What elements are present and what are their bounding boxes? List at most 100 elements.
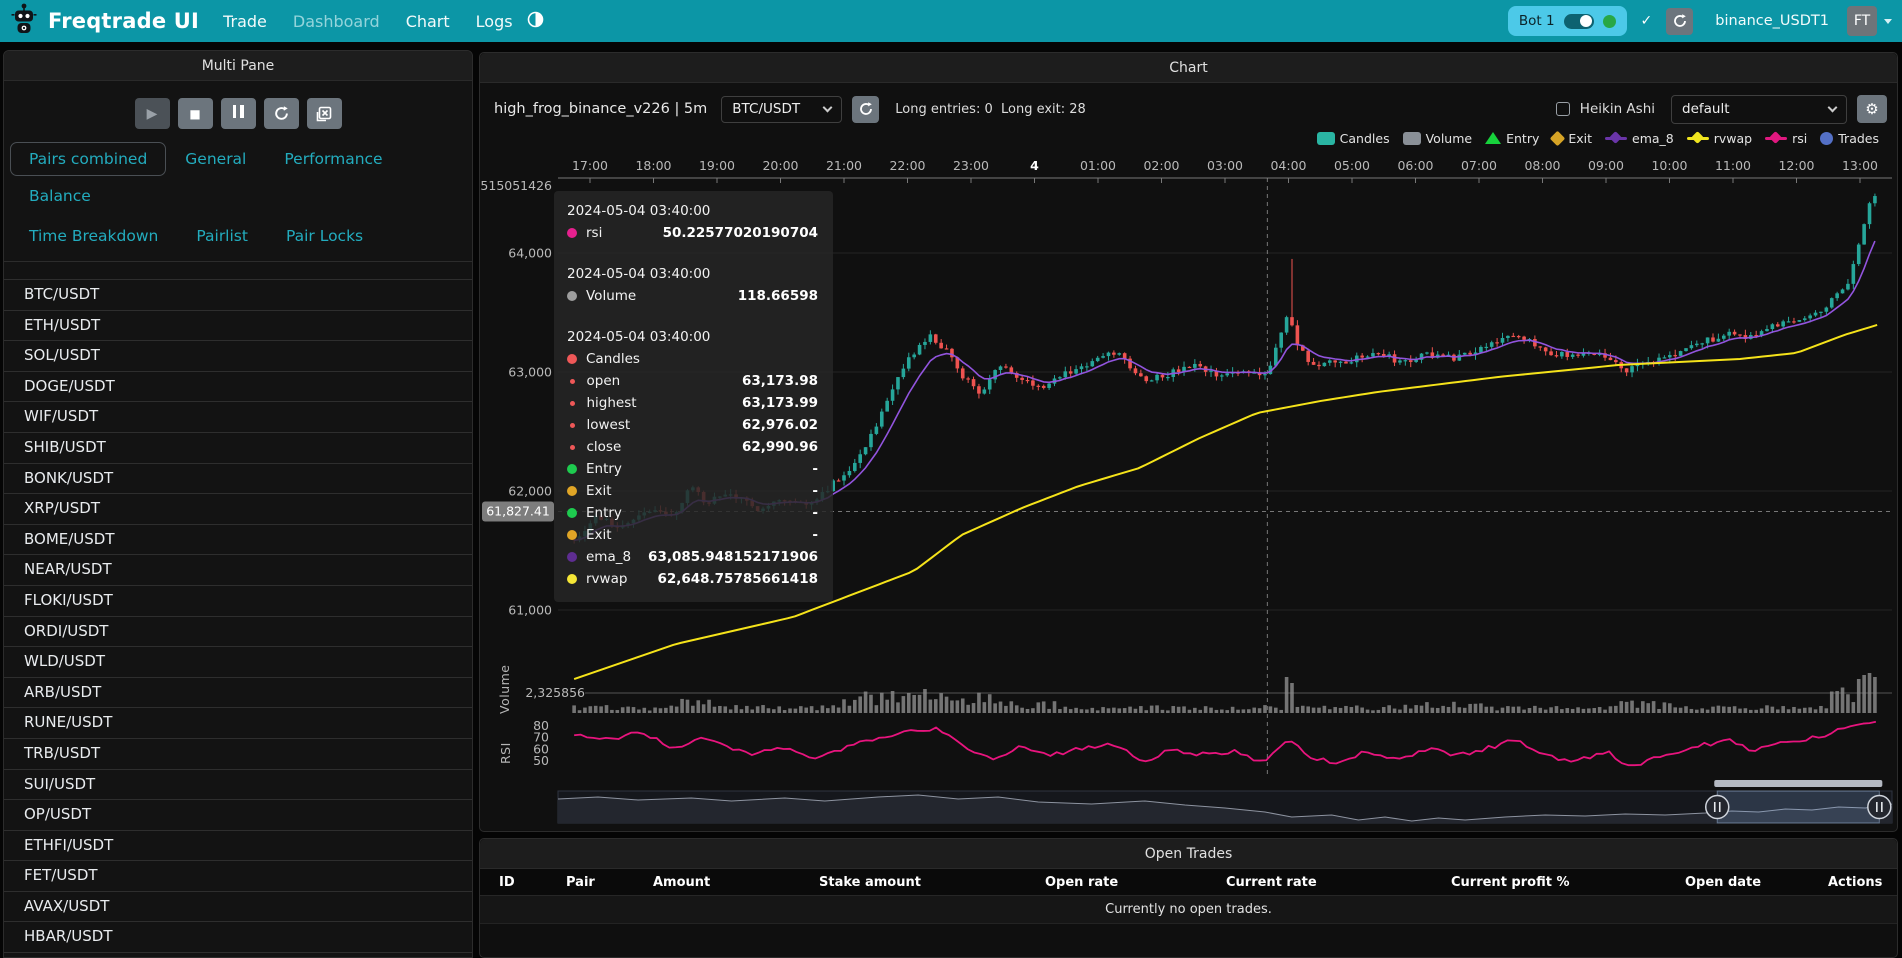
pair-item-wif[interactable]: WIF/USDT [4, 402, 472, 433]
rsi-line [574, 722, 1876, 765]
rsi-line-icon [1765, 132, 1787, 144]
pair-item-ethfi[interactable]: ETHFI/USDT [4, 831, 472, 862]
legend-item-trades[interactable]: Trades [1820, 131, 1879, 146]
tooltip-timestamp: 2024-05-04 03:40:00 [567, 326, 818, 348]
tooltip-row-ema_8: ema_8 63,085.948152171906 [567, 546, 818, 568]
brand[interactable]: Freqtrade UI [10, 3, 199, 39]
pair-item-btc[interactable]: BTC/USDT [4, 280, 472, 311]
chart-panel: Chart high_frog_binance_v226 | 5m BTC/US… [479, 52, 1898, 832]
pair-item-near[interactable]: NEAR/USDT [4, 555, 472, 586]
pair-item-avax[interactable]: AVAX/USDT [4, 892, 472, 923]
svg-text:11:00: 11:00 [1715, 158, 1751, 173]
legend-item-exit[interactable]: Exit [1552, 131, 1592, 146]
pair-item-doge[interactable]: DOGE/USDT [4, 372, 472, 403]
datazoom-top-bar[interactable] [1714, 780, 1882, 787]
svg-text:62,000: 62,000 [508, 484, 552, 499]
series-dot-icon [567, 464, 577, 474]
svg-text:13:00: 13:00 [1842, 158, 1878, 173]
plot-config-select[interactable]: default [1671, 95, 1847, 124]
pair-item-fet[interactable]: FET/USDT [4, 861, 472, 892]
svg-text:20:00: 20:00 [762, 158, 798, 173]
datazoom-handle-right[interactable] [1868, 796, 1891, 819]
user-avatar[interactable]: FT [1847, 6, 1877, 36]
svg-text:23:00: 23:00 [953, 158, 989, 173]
plot-settings-button[interactable]: ⚙ [1857, 95, 1887, 123]
entry-triangle-icon [1485, 132, 1501, 144]
strategy-timeframe-label: high_frog_binance_v226 | 5m [494, 101, 707, 117]
rvwap-line-icon [1687, 132, 1709, 144]
tooltip-row-highest: highest 63,173.99 [567, 392, 818, 414]
pair-item-eth[interactable]: ETH/USDT [4, 311, 472, 342]
pair-item-shib[interactable]: SHIB/USDT [4, 433, 472, 464]
open-trades-empty-message: Currently no open trades. [480, 896, 1897, 924]
pair-select[interactable]: BTC/USDT [721, 96, 842, 123]
pair-item-bome[interactable]: BOME/USDT [4, 525, 472, 556]
svg-text:61,827.41: 61,827.41 [486, 504, 550, 519]
divider [4, 261, 472, 262]
pair-item-trb[interactable]: TRB/USDT [4, 739, 472, 770]
series-dot-icon [570, 445, 575, 450]
series-dot-icon [567, 530, 577, 540]
theme-toggle-icon[interactable] [527, 11, 544, 32]
chevron-down-icon [1828, 102, 1838, 112]
legend-item-candles[interactable]: Candles [1317, 131, 1390, 146]
pair-item-xrp[interactable]: XRP/USDT [4, 494, 472, 525]
pair-item-floki[interactable]: FLOKI/USDT [4, 586, 472, 617]
pause-button[interactable] [221, 98, 256, 129]
pair-item-arb[interactable]: ARB/USDT [4, 678, 472, 709]
pair-item-sui[interactable]: SUI/USDT [4, 770, 472, 801]
tab-time-breakdown[interactable]: Time Breakdown [10, 219, 177, 253]
pair-item-wld[interactable]: WLD/USDT [4, 647, 472, 678]
pair-item-rune[interactable]: RUNE/USDT [4, 708, 472, 739]
pair-item-op[interactable]: OP/USDT [4, 800, 472, 831]
pair-item-bonk[interactable]: BONK/USDT [4, 464, 472, 495]
tab-pairs-combined[interactable]: Pairs combined [10, 142, 166, 176]
svg-text:01:00: 01:00 [1080, 158, 1116, 173]
tab-pairlist[interactable]: Pairlist [177, 219, 267, 253]
tab-general[interactable]: General [166, 142, 265, 176]
reload-button[interactable] [264, 98, 299, 129]
heikin-ashi-checkbox[interactable] [1556, 102, 1570, 116]
legend-item-rsi[interactable]: rsi [1765, 131, 1807, 146]
bot-selector-badge[interactable]: Bot 1 [1508, 6, 1627, 36]
chart-refresh-button[interactable] [852, 96, 879, 123]
series-dot-icon [567, 486, 577, 496]
bot-toggle-switch[interactable] [1564, 14, 1594, 29]
tooltip-row-entry: Entry - [567, 458, 818, 480]
nav-item-logs[interactable]: Logs [476, 12, 513, 31]
svg-text:50: 50 [533, 753, 549, 768]
play-button[interactable]: ▶ [135, 98, 170, 129]
nav-item-dashboard[interactable]: Dashboard [293, 12, 380, 31]
svg-text:07:00: 07:00 [1461, 158, 1497, 173]
nav-item-chart[interactable]: Chart [406, 12, 450, 31]
pair-item-hbar[interactable]: HBAR/USDT [4, 922, 472, 953]
tab-pair-locks[interactable]: Pair Locks [267, 219, 382, 253]
datazoom-window[interactable] [1717, 791, 1879, 823]
datazoom-handle-left[interactable] [1706, 796, 1729, 819]
tooltip-row-volume: Volume 118.66598 [567, 285, 818, 307]
stop-button[interactable]: ■ [178, 98, 213, 129]
force-exit-button[interactable] [307, 98, 342, 129]
column-header-open-date: Open date [1685, 875, 1828, 890]
open-trades-panel: Open Trades IDPairAmountStake amountOpen… [479, 838, 1898, 958]
svg-text:21:00: 21:00 [826, 158, 862, 173]
pair-item-sol[interactable]: SOL/USDT [4, 341, 472, 372]
column-header-amount: Amount [653, 875, 819, 890]
tab-balance[interactable]: Balance [10, 179, 110, 213]
nav-item-trade[interactable]: Trade [223, 12, 267, 31]
open-trades-title: Open Trades [480, 839, 1897, 869]
legend-item-entry[interactable]: Entry [1485, 131, 1539, 146]
freqtrade-app: Freqtrade UI Trade Dashboard Chart Logs Bot… [0, 0, 1902, 958]
legend-item-rvwap[interactable]: rvwap [1687, 131, 1752, 146]
pair-item-rndr[interactable]: RNDR/USDT [4, 953, 472, 958]
refresh-button[interactable] [1666, 8, 1693, 35]
series-dot-icon [567, 354, 577, 364]
pair-item-ordi[interactable]: ORDI/USDT [4, 617, 472, 648]
multi-pane-title: Multi Pane [4, 51, 472, 81]
column-header-stake-amount: Stake amount [819, 875, 1045, 890]
tab-performance[interactable]: Performance [265, 142, 401, 176]
legend-item-ema_8[interactable]: ema_8 [1605, 131, 1674, 146]
legend-item-volume[interactable]: Volume [1403, 131, 1473, 146]
svg-text:515051426: 515051426 [480, 178, 552, 193]
svg-text:17:00: 17:00 [572, 158, 608, 173]
